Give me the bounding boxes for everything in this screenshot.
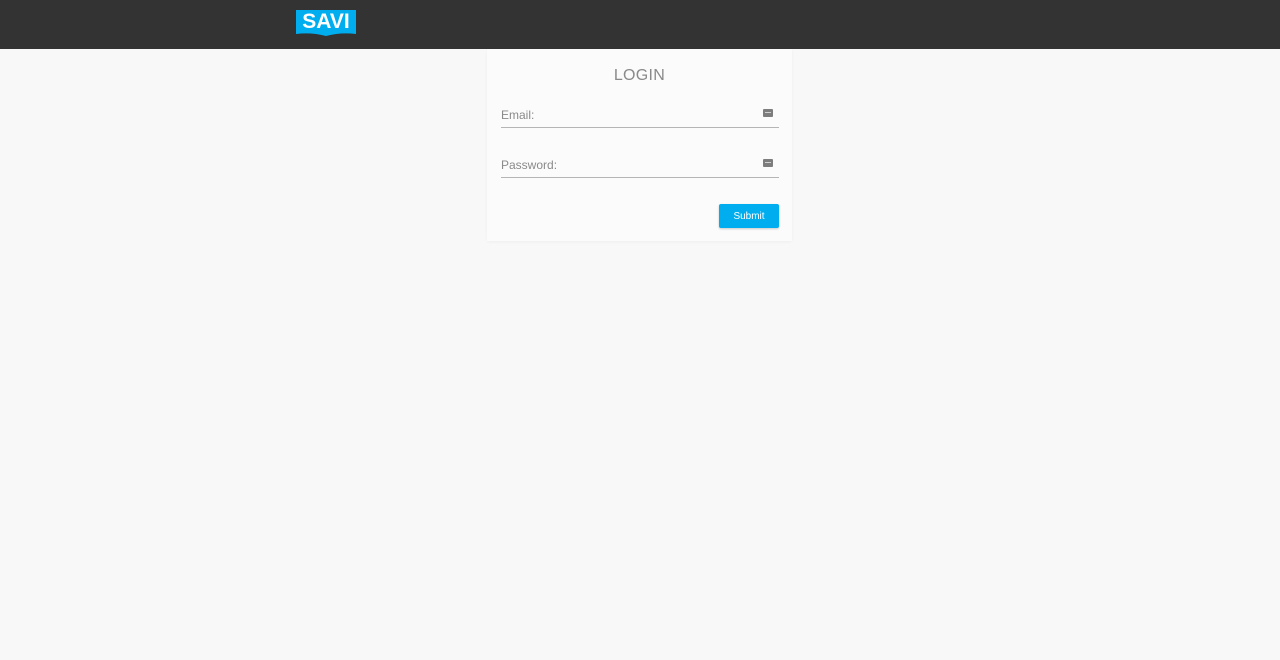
savi-logo[interactable]: SAVI [296, 10, 356, 37]
keyboard-icon[interactable] [763, 109, 773, 117]
email-field-wrapper [501, 105, 779, 128]
login-title: LOGIN [613, 67, 666, 84]
email-input[interactable] [501, 105, 751, 125]
keyboard-icon[interactable] [763, 159, 773, 167]
submit-button[interactable]: Submit [719, 204, 779, 228]
logo-text: SAVI [302, 10, 350, 33]
login-card: LOGIN Submit [487, 49, 792, 241]
password-field-wrapper [501, 155, 779, 178]
password-input[interactable] [501, 155, 751, 175]
top-header-bar: SAVI [0, 0, 1280, 49]
